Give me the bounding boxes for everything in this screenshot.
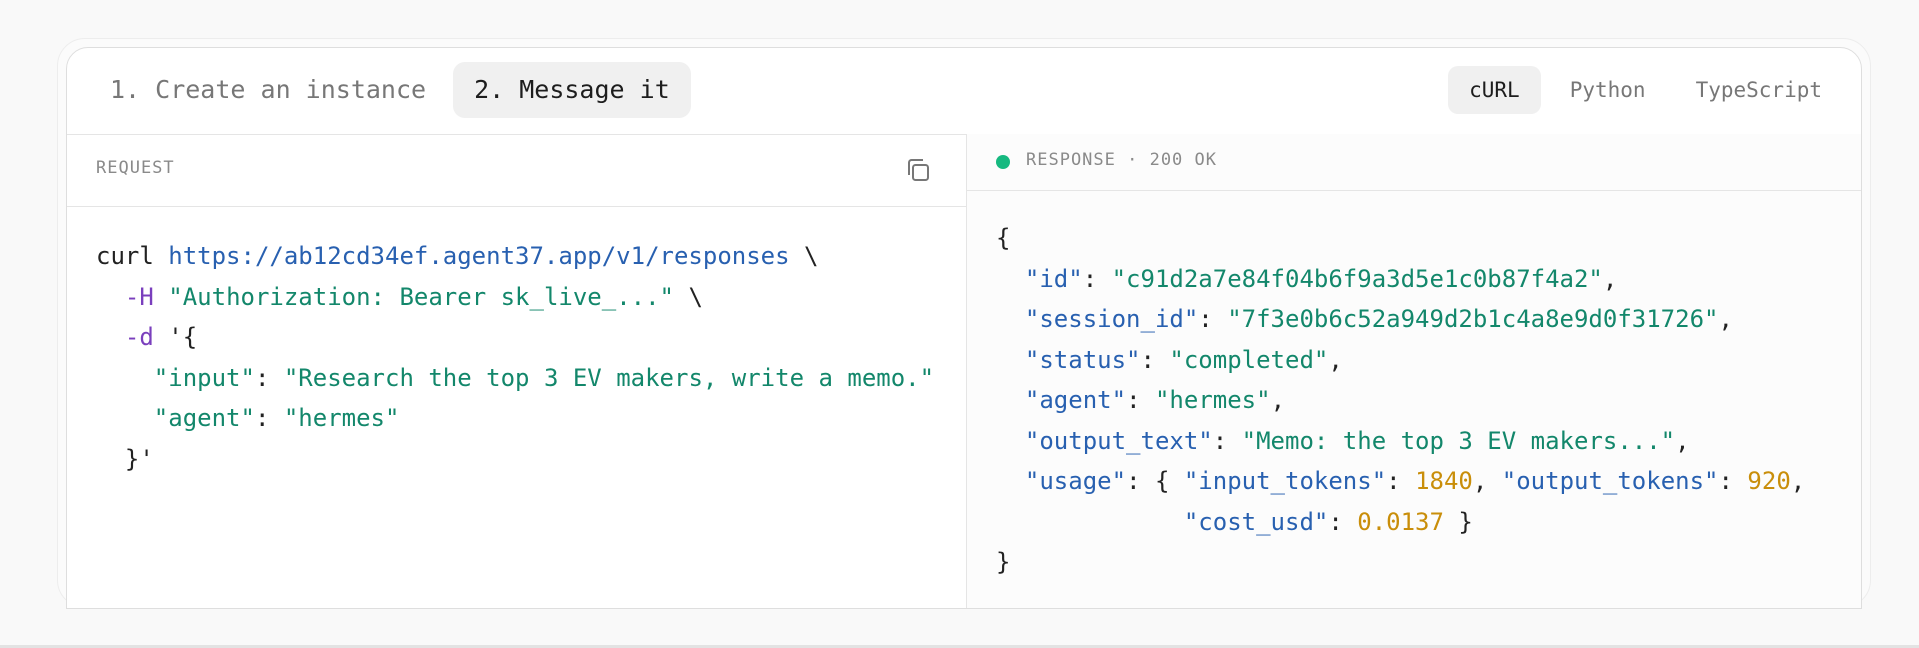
code-token-key: "cost_usd" [1183,507,1329,536]
tab-curl[interactable]: cURL [1448,66,1541,114]
code-token-str: "Authorization: Bearer sk_live_..." [168,282,674,311]
code-token-num: 1840 [1415,467,1473,495]
code-token-plain: : [1140,345,1170,374]
code-token-str: "Research the top 3 EV makers, write a m… [283,363,935,392]
code-token-plain: } [1443,507,1473,536]
code-token-plain: : [254,404,284,432]
code-token-plain: , [1718,305,1733,333]
code-token-key: "session_id" [1024,305,1199,333]
code-token-str: "7f3e0b6c52a949d2b1c4a8e9d0f31726" [1227,305,1719,333]
code-token-plain: : { [1126,467,1184,495]
code-token-num: 920 [1747,467,1791,495]
code-token-str: "hermes" [283,404,400,432]
code-token-plain: : [1212,426,1242,455]
code-token-str: "Memo: the top 3 EV makers..." [1241,426,1676,455]
code-line: } [996,548,1010,576]
code-token-str: "completed" [1169,345,1329,374]
code-token-plain: { [996,224,1011,252]
code-token-plain: : [1126,386,1155,414]
code-token-plain: \ [674,282,703,311]
code-token-plain: : [1718,467,1748,495]
code-line: { [996,224,1010,252]
code-token-plain: }' [96,444,154,473]
code-line: "cost_usd": 0.0137 } [996,508,1473,536]
copy-icon[interactable] [904,156,932,184]
code-line: -H "Authorization: Bearer sk_live_..." \ [96,283,703,311]
status-dot-icon [996,155,1010,169]
response-header: RESPONSE · 200 OK [967,134,1861,191]
code-token-key: "output_text" [1024,426,1213,455]
code-token-plain: '{ [153,323,198,351]
code-line: "usage": { "input_tokens": 1840, "output… [996,467,1805,495]
card-header: 1. Create an instance 2. Message it cURL… [67,48,1861,135]
code-token-plain: , [1602,264,1618,293]
request-label: REQUEST [96,158,175,178]
code-line: "id": "c91d2a7e84f04b6f9a3d5e1c0b87f4a2"… [996,265,1617,293]
response-pane: RESPONSE · 200 OK { "id": "c91d2a7e84f04… [967,134,1861,608]
tab-typescript[interactable]: TypeScript [1675,66,1843,114]
code-token-plain: , [1328,345,1343,374]
code-token-flag: -H [124,282,154,311]
code-token-str: "input" [153,363,255,392]
code-line: curl https://ab12cd34ef.agent37.app/v1/r… [96,242,818,270]
response-code-block: { "id": "c91d2a7e84f04b6f9a3d5e1c0b87f4a… [996,218,1805,583]
tab-python[interactable]: Python [1549,66,1667,114]
tab-message-it[interactable]: 2. Message it [453,62,691,118]
code-token-key: "usage" [1024,467,1127,495]
code-token-plain: curl [96,242,169,270]
code-token-key: "agent" [1024,386,1127,414]
code-token-plain: } [996,548,1011,576]
step-tabs: 1. Create an instance 2. Message it [89,62,697,118]
request-header: REQUEST [67,134,966,207]
code-token-plain: , [1472,467,1502,495]
code-line: "status": "completed", [996,346,1343,374]
code-token-plain: , [1270,386,1286,414]
code-token-str: "c91d2a7e84f04b6f9a3d5e1c0b87f4a2" [1111,264,1603,293]
code-token-key: "status" [1024,345,1141,374]
code-line: "agent": "hermes" [96,404,400,432]
code-token-key: "input_tokens" [1183,467,1387,495]
code-line: "input": "Research the top 3 EV makers, … [96,364,934,392]
response-label: RESPONSE · 200 OK [1026,150,1217,170]
code-token-url: https://ab12cd34ef.agent37.app/v1/respon… [168,242,790,270]
code-token-num: 0.0137 [1357,507,1444,536]
code-line: "output_text": "Memo: the top 3 EV maker… [996,427,1690,455]
code-token-plain: , [1790,467,1806,495]
code-token-plain: : [1328,507,1358,536]
code-token-plain: \ [789,242,819,270]
request-pane: REQUEST curl https://ab12cd34ef.agent37.… [67,134,967,608]
code-token-key: "output_tokens" [1501,467,1719,495]
api-example-card: 1. Create an instance 2. Message it cURL… [66,47,1862,609]
code-token-flag: -d [124,323,154,351]
code-token-plain: : [1082,264,1112,293]
code-token-str: "hermes" [1154,386,1271,414]
code-line: }' [96,445,154,473]
code-token-plain: : [254,363,284,392]
code-line: -d '{ [96,323,197,351]
code-token-key: "id" [1024,264,1083,293]
code-line: "session_id": "7f3e0b6c52a949d2b1c4a8e9d… [996,305,1733,333]
code-token-str: "agent" [153,404,255,432]
code-line: "agent": "hermes", [996,386,1285,414]
code-token-plain: , [1675,426,1690,455]
tab-create-instance[interactable]: 1. Create an instance [89,62,447,118]
code-token-plain: : [1198,305,1228,333]
language-tabs: cURL Python TypeScript [1440,66,1843,114]
code-token-plain: : [1386,467,1416,495]
request-code-block: curl https://ab12cd34ef.agent37.app/v1/r… [96,236,934,479]
